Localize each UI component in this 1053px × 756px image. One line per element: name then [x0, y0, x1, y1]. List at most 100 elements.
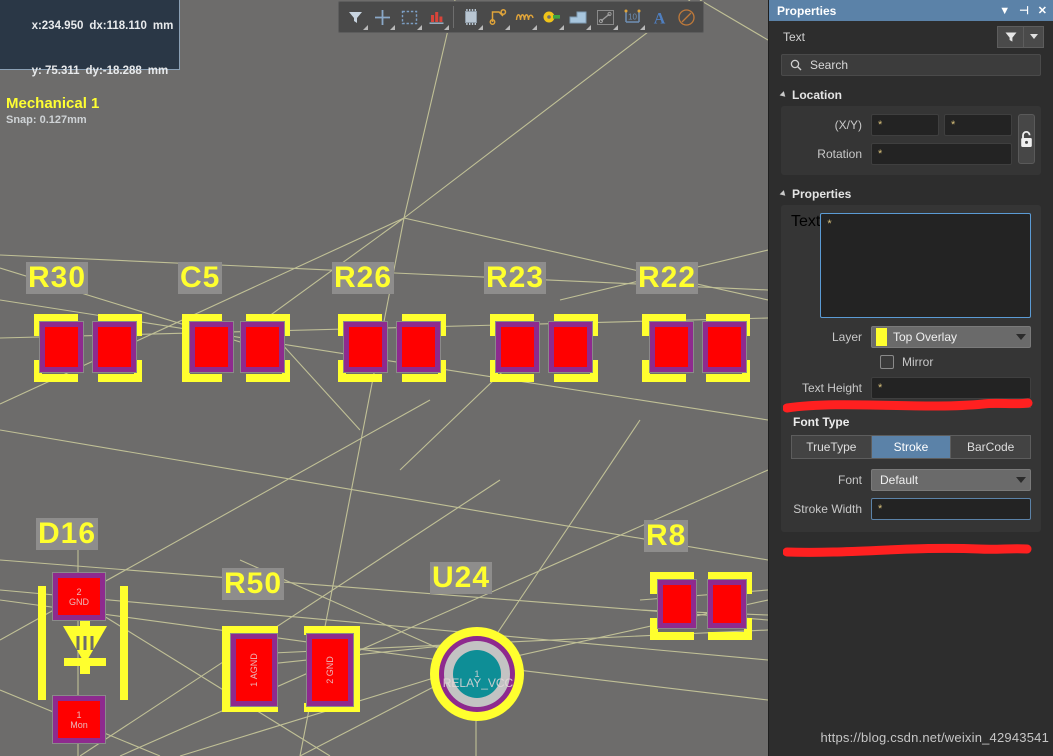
font-type-truetype-button[interactable]: TrueType [791, 435, 872, 459]
search-input[interactable]: Search [781, 54, 1041, 76]
dimension-icon: 10 [624, 9, 641, 23]
funnel-icon-button[interactable] [997, 25, 1024, 48]
chevron-down-icon[interactable] [505, 24, 510, 30]
font-type-barcode-button[interactable]: BarCode [951, 435, 1032, 459]
stroke-width-label: Stroke Width [793, 502, 862, 516]
pad-2[interactable] [707, 579, 747, 629]
object-type-row: Text [769, 21, 1053, 52]
via-pad-icon-button[interactable] [538, 4, 565, 31]
chevron-down-icon[interactable] [559, 24, 564, 30]
hud-snap-value: Snap: 0.127mm [6, 114, 87, 126]
lock-position-button[interactable] [1018, 114, 1035, 164]
polygon-pour-icon-button[interactable] [565, 4, 592, 31]
filter-dropdown-button[interactable] [1024, 25, 1044, 48]
svg-text:A: A [654, 10, 666, 26]
text-textarea[interactable]: * [820, 213, 1031, 318]
x-field[interactable]: * [871, 114, 939, 136]
chevron-down-icon[interactable] [417, 24, 422, 30]
properties-panel[interactable]: Properties ▼ ⊣ ✕ Text Search Location (X… [768, 0, 1053, 756]
chevron-down-icon[interactable] [613, 24, 618, 30]
thru-hole-barrel[interactable]: 1 [453, 650, 501, 698]
pad-1[interactable]: 1 Mon [52, 695, 106, 744]
chevron-down-icon[interactable] [363, 24, 368, 30]
chart-bars-icon-button[interactable] [423, 4, 450, 31]
layer-row: Layer Top Overlay [791, 326, 1031, 348]
chevron-down-icon[interactable] [532, 24, 537, 30]
wave-route-icon-button[interactable] [511, 4, 538, 31]
crosshair-placement-icon-button[interactable] [369, 4, 396, 31]
chevron-down-icon[interactable] [444, 24, 449, 30]
font-type-stroke-button[interactable]: Stroke [871, 435, 952, 459]
pad-1[interactable] [657, 579, 697, 629]
font-label: Font [837, 473, 862, 487]
chevron-down-icon [1029, 34, 1038, 39]
route-trace-icon-button[interactable] [484, 4, 511, 31]
properties-group: Text * Layer Top Overlay Mirror Text Hei… [781, 205, 1041, 532]
line-draw-icon-button[interactable] [592, 4, 619, 31]
text-height-row: Text Height * [791, 377, 1031, 399]
coordinate-hud: x:234.950 dx:118.110 mm y: 75.311 dy:-18.28… [0, 0, 180, 126]
font-type-segmented-control[interactable]: TrueType Stroke BarCode [791, 435, 1032, 459]
pad-1[interactable] [495, 321, 540, 373]
font-row: Font Default [791, 469, 1031, 491]
y-field[interactable]: * [944, 114, 1012, 136]
pad-2[interactable] [548, 321, 593, 373]
chevron-down-icon[interactable] [390, 24, 395, 30]
object-type-label: Text [783, 29, 806, 44]
section-divider [791, 407, 1031, 408]
rotation-field[interactable]: * [871, 143, 1012, 165]
stroke-width-field[interactable]: * [871, 498, 1031, 520]
text-string-icon-button[interactable]: A [646, 4, 673, 31]
pad-2[interactable]: 2 GND [306, 633, 354, 707]
component-chip-icon-button[interactable] [457, 4, 484, 31]
pad-2[interactable] [702, 321, 747, 373]
text-row: Text * [791, 213, 1031, 318]
pad-1[interactable] [39, 321, 84, 373]
hud-x-line: x:234.950 dx:118.110 mm [6, 4, 174, 49]
pin-icon[interactable]: ⊣ [1019, 4, 1029, 17]
diode-symbol-icon [63, 618, 107, 674]
font-select[interactable]: Default [871, 469, 1031, 491]
pad-number: 1 [76, 709, 82, 720]
chevron-down-icon[interactable] [640, 24, 645, 30]
chevron-down-icon[interactable]: ▼ [999, 5, 1010, 17]
text-label: Text [791, 213, 821, 230]
layer-select[interactable]: Top Overlay [871, 326, 1031, 348]
hud-y-value: y: 75.311 [31, 65, 80, 77]
pad-2[interactable] [396, 321, 441, 373]
properties-section-header[interactable]: Properties [779, 187, 1053, 201]
hud-y-unit: mm [147, 65, 169, 77]
pad-1[interactable] [189, 321, 234, 373]
chevron-down-icon[interactable] [586, 24, 591, 30]
mirror-checkbox[interactable] [880, 355, 894, 369]
layer-value: Top Overlay [893, 330, 958, 344]
filter-button-group[interactable] [997, 25, 1044, 48]
arc-icon-button[interactable] [673, 4, 700, 31]
filter-icon [349, 11, 362, 23]
selection-rectangle-icon [401, 10, 418, 24]
dimension-icon-button[interactable]: 10 [619, 4, 646, 31]
rotation-label: Rotation [817, 147, 862, 161]
drawing-toolbar[interactable]: 10 A [338, 1, 704, 33]
close-icon[interactable]: ✕ [1038, 4, 1047, 17]
stroke-width-row: Stroke Width * [791, 498, 1031, 520]
pad-1[interactable]: 1 AGND [230, 633, 278, 707]
designator-label: R30 [26, 261, 89, 294]
pad-2[interactable] [240, 321, 285, 373]
text-height-field[interactable]: * [871, 377, 1031, 399]
crosshair-placement-icon [375, 9, 390, 25]
properties-section-title: Properties [792, 187, 852, 201]
selection-rectangle-icon-button[interactable] [396, 4, 423, 31]
pad-2[interactable] [92, 321, 137, 373]
mirror-row[interactable]: Mirror [880, 355, 1031, 369]
chevron-down-icon[interactable] [478, 24, 483, 30]
pad-2[interactable]: 2 GND [52, 572, 106, 621]
pad-1[interactable] [343, 321, 388, 373]
filter-icon-button[interactable] [342, 4, 369, 31]
pad-label: 1 AGND [248, 653, 259, 687]
pcb-canvas[interactable]: x:234.950 dx:118.110 mm y: 75.311 dy:-18.28… [0, 0, 768, 756]
pad-number: 2 [76, 586, 82, 597]
pad-1[interactable] [649, 321, 694, 373]
watermark-url: https://blog.csdn.net/weixin_42943541 [820, 730, 1049, 745]
location-section-header[interactable]: Location [779, 88, 1053, 102]
